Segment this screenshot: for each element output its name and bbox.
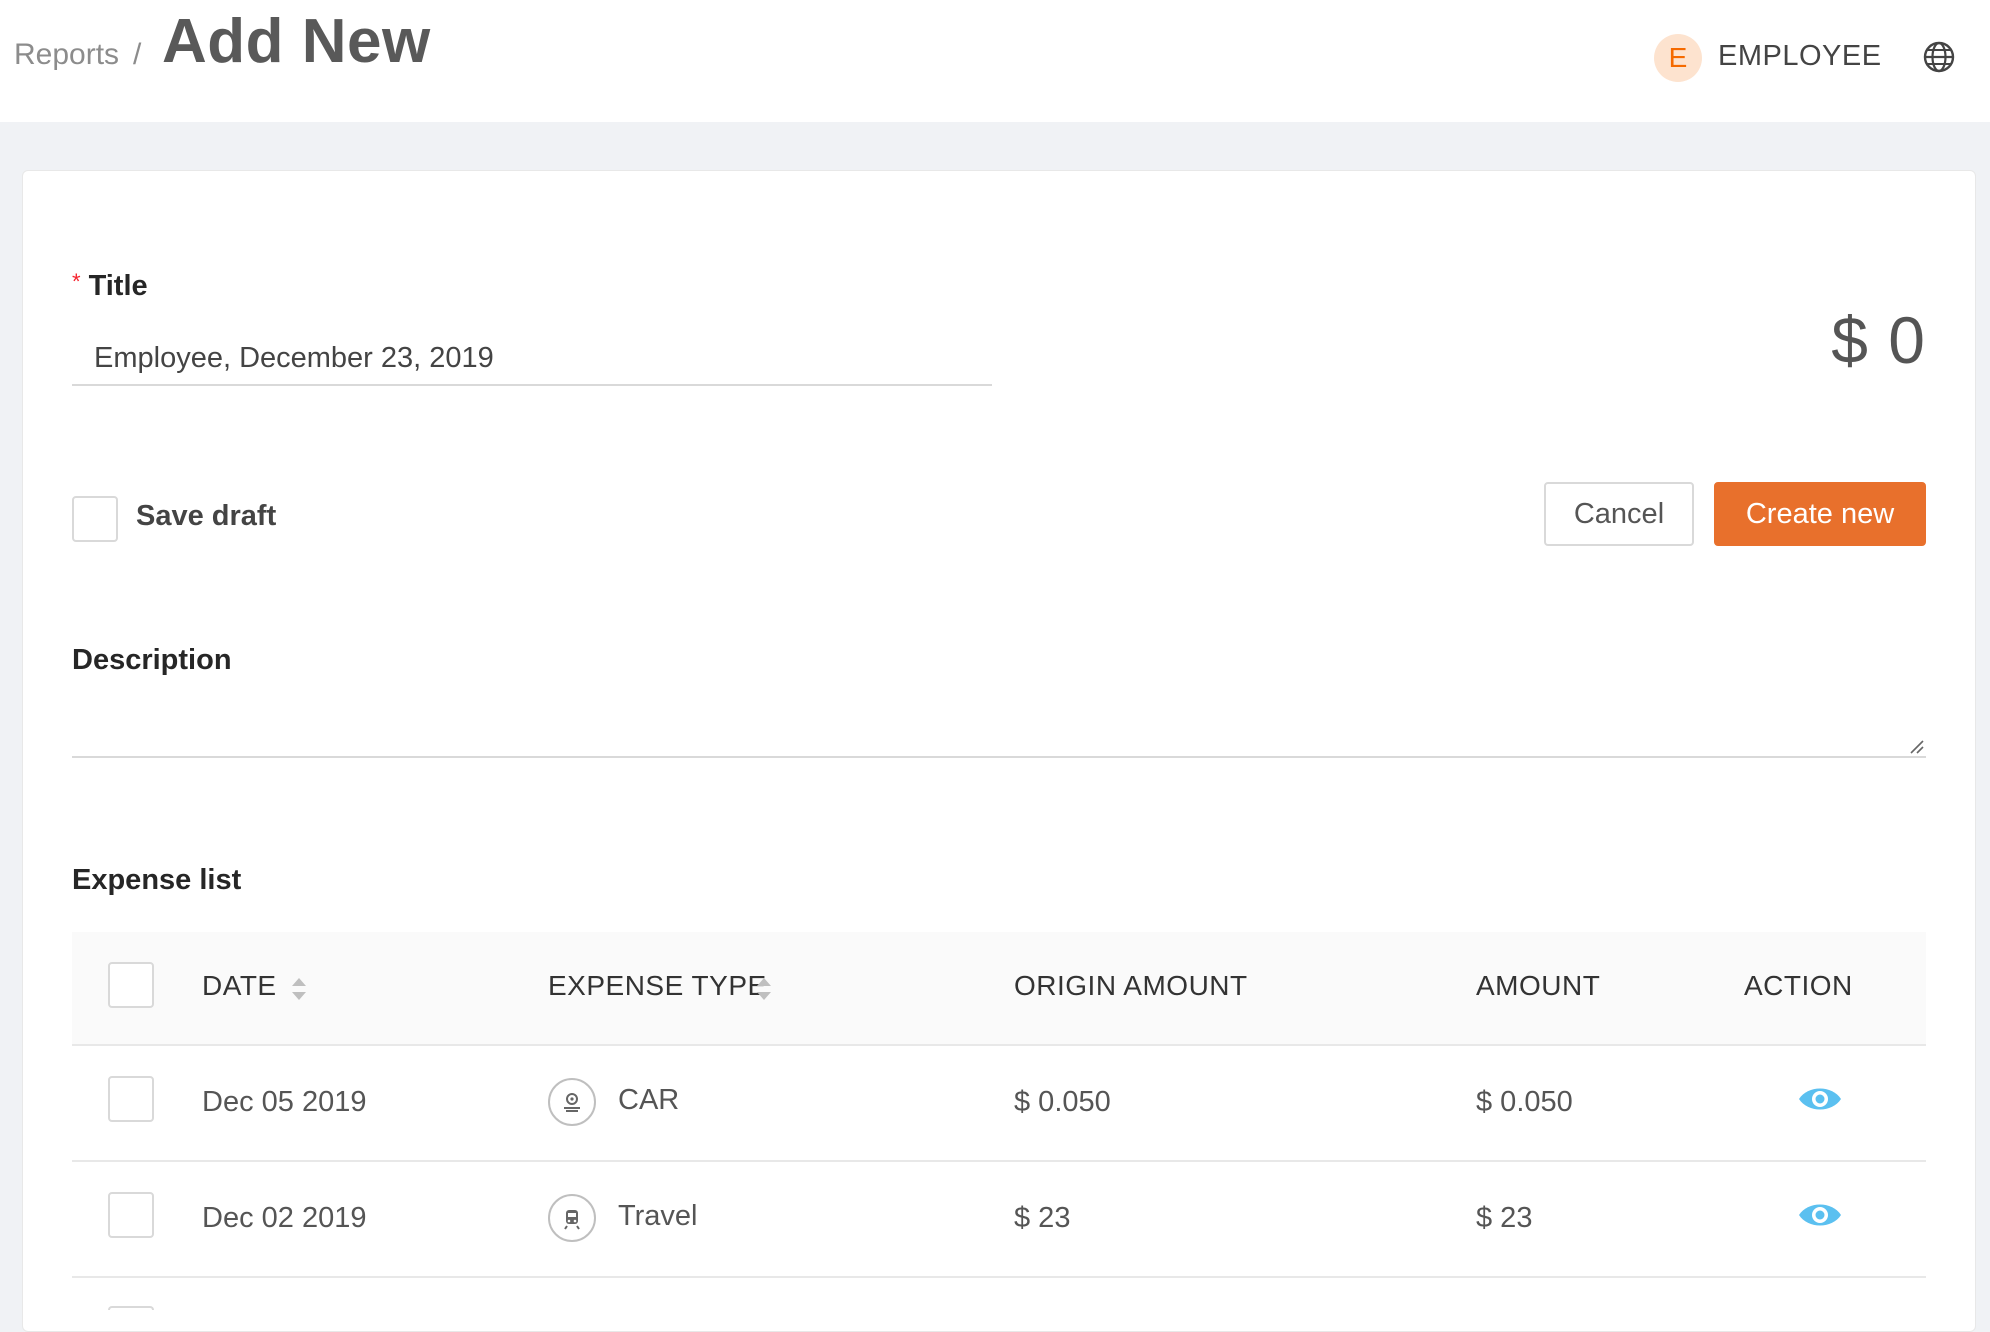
resize-handle-icon[interactable] xyxy=(1908,738,1924,754)
sort-icon[interactable] xyxy=(756,976,772,1002)
row-amount: $ 23 xyxy=(1476,1202,1533,1234)
eye-icon[interactable] xyxy=(1798,1200,1842,1230)
globe-icon[interactable] xyxy=(1922,40,1956,74)
cancel-button[interactable]: Cancel xyxy=(1544,482,1694,546)
row-checkbox[interactable] xyxy=(108,1306,154,1310)
column-header-origin-amount: ORIGIN AMOUNT xyxy=(1014,970,1248,1001)
save-draft-checkbox[interactable] xyxy=(72,496,118,542)
table-header xyxy=(72,932,1926,1046)
row-date: Dec 02 2019 xyxy=(202,1202,367,1234)
required-mark: * xyxy=(72,269,81,294)
description-label: Description xyxy=(72,644,232,676)
column-header-date[interactable]: DATE xyxy=(202,970,277,1002)
row-checkbox[interactable] xyxy=(108,1076,154,1122)
row-date: Dec 05 2019 xyxy=(202,1086,367,1118)
save-draft-label[interactable]: Save draft xyxy=(136,500,276,533)
row-amount: $ 0.050 xyxy=(1476,1086,1573,1118)
breadcrumb-separator: / xyxy=(133,38,142,71)
travel-icon xyxy=(548,1194,596,1242)
avatar[interactable]: E xyxy=(1654,34,1702,82)
row-origin-amount: $ 23 xyxy=(1014,1202,1071,1234)
sort-icon[interactable] xyxy=(291,976,307,1002)
row-expense-type: CAR xyxy=(618,1084,680,1116)
user-name[interactable]: EMPLOYEE xyxy=(1718,40,1882,73)
description-textarea[interactable] xyxy=(72,690,1926,758)
total-amount: $ 0 xyxy=(1831,303,1926,377)
column-header-expense-type[interactable]: EXPENSE TYPE xyxy=(548,970,767,1002)
row-expense-type: Travel xyxy=(618,1200,698,1232)
expense-list-label: Expense list xyxy=(72,864,242,896)
select-all-checkbox[interactable] xyxy=(108,962,154,1008)
breadcrumb-reports-link[interactable]: Reports xyxy=(14,38,119,72)
column-header-amount: AMOUNT xyxy=(1476,970,1601,1001)
page-title: Add New xyxy=(162,7,431,76)
row-divider xyxy=(72,1160,1926,1162)
title-label: * Title xyxy=(72,269,148,303)
row-divider xyxy=(72,1276,1926,1278)
car-icon xyxy=(548,1078,596,1126)
top-bar: Reports / Add New E EMPLOYEE xyxy=(0,0,1990,122)
title-input[interactable] xyxy=(72,332,992,386)
column-header-action: ACTION xyxy=(1744,970,1853,1001)
row-origin-amount: $ 0.050 xyxy=(1014,1086,1111,1118)
row-checkbox[interactable] xyxy=(108,1192,154,1238)
eye-icon[interactable] xyxy=(1798,1084,1842,1114)
create-new-button[interactable]: Create new xyxy=(1714,482,1926,546)
title-label-text: Title xyxy=(88,270,148,302)
